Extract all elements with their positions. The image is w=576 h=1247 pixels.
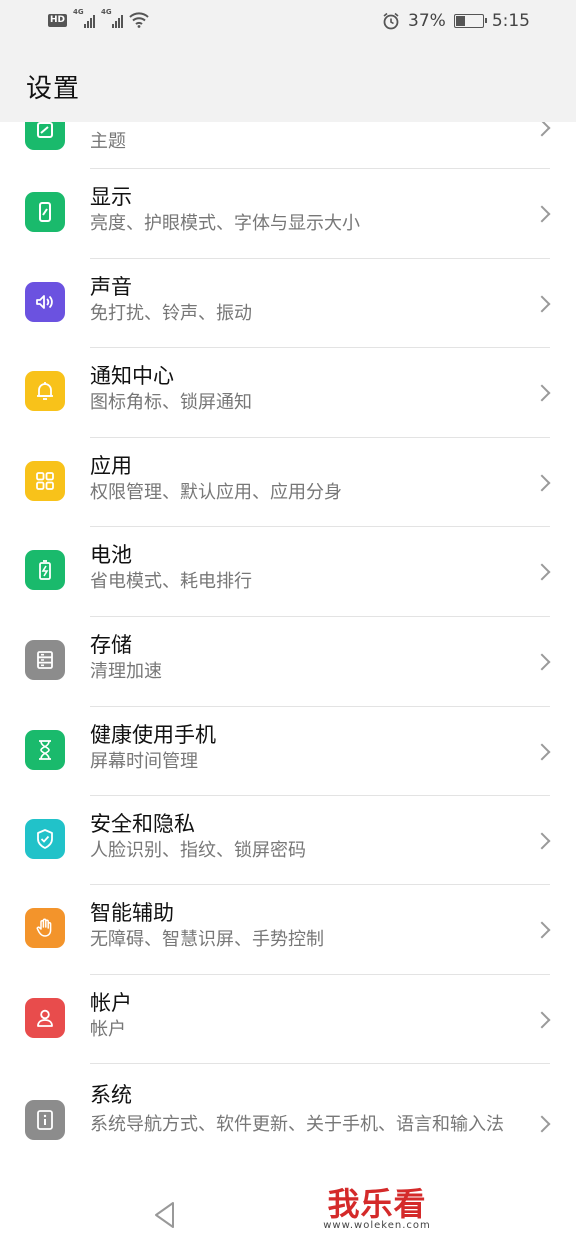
settings-item-label: 存储	[90, 633, 132, 657]
signal-tag: 4G	[73, 8, 84, 16]
chevron-right-icon	[533, 743, 551, 760]
settings-item-subtitle: 图标角标、锁屏通知	[90, 392, 252, 413]
back-button[interactable]	[148, 1198, 182, 1232]
settings-item-person[interactable]: 帐户 帐户	[0, 975, 576, 1064]
settings-item-theme[interactable]: 主题	[0, 122, 576, 169]
settings-item-storage[interactable]: 存储 清理加速	[0, 617, 576, 707]
settings-item-label: 帐户	[90, 991, 132, 1015]
settings-item-display[interactable]: 显示亮度、护眼模式、字体与显示大小	[0, 169, 576, 259]
chevron-right-icon	[533, 205, 551, 223]
clock: 5:15	[491, 11, 530, 31]
person-icon	[25, 998, 65, 1038]
chevron-right-icon	[533, 122, 551, 137]
settings-item-label: 安全和隐私	[90, 812, 195, 836]
settings-item-subtitle: 系统导航方式、软件更新、关于手机、语言和输入法	[90, 1114, 504, 1135]
watermark-url: www.woleken.com	[323, 1220, 431, 1231]
settings-item-shield[interactable]: 安全和隐私人脸识别、指纹、锁屏密码	[0, 796, 576, 885]
settings-item-sound[interactable]: 声音免打扰、铃声、振动	[0, 259, 576, 348]
signal-tag: 4G	[101, 8, 112, 16]
settings-item-subtitle: 权限管理、默认应用、应用分身	[90, 482, 342, 503]
cell-signal-icon: 4G	[101, 8, 124, 28]
chevron-right-icon	[533, 1115, 551, 1133]
settings-item-hourglass[interactable]: 健康使用手机 屏幕时间管理	[0, 707, 576, 796]
chevron-right-icon	[533, 563, 551, 581]
settings-item-subtitle: 清理加速	[90, 661, 162, 682]
settings-item-label: 应用	[90, 454, 132, 478]
chevron-right-icon	[533, 832, 551, 849]
chevron-right-icon	[533, 653, 551, 671]
hand-icon	[25, 908, 65, 948]
chevron-right-icon	[533, 384, 551, 402]
settings-item-subtitle: 省电模式、耗电排行	[90, 571, 252, 592]
wifi-icon	[129, 12, 149, 28]
settings-item-subtitle: 主题	[90, 131, 126, 152]
settings-item-label: 通知中心	[90, 364, 174, 388]
back-triangle-icon	[155, 1202, 174, 1228]
settings-item-subtitle: 帐户	[90, 1019, 126, 1040]
sound-icon	[25, 282, 65, 322]
settings-item-label: 系统	[90, 1083, 132, 1107]
settings-item-label: 健康使用手机	[90, 723, 216, 747]
chevron-right-icon	[533, 474, 551, 491]
battery-percent: 37%	[408, 11, 446, 31]
settings-item-info[interactable]: 系统系统导航方式、软件更新、关于手机、语言和输入法	[0, 1064, 576, 1184]
settings-item-label: 声音	[90, 275, 132, 299]
settings-list[interactable]: 主题显示亮度、护眼模式、字体与显示大小 声音免打扰、铃声、振动 通知中心图标角标、锁…	[0, 122, 576, 1184]
alarm-icon	[383, 12, 399, 30]
watermark: 我乐看 www.woleken.com	[312, 1184, 442, 1231]
battery-icon	[453, 14, 487, 28]
hd-badge: HD	[48, 13, 68, 27]
settings-item-subtitle: 无障碍、智慧识屏、手势控制	[90, 929, 324, 950]
chevron-right-icon	[533, 921, 551, 939]
page-title: 设置	[26, 74, 81, 104]
apps-grid-icon	[25, 461, 65, 501]
bell-icon	[25, 371, 65, 411]
watermark-logo: 我乐看	[327, 1185, 427, 1223]
status-bar: HD 4G 4G 37% 5:15	[0, 0, 576, 46]
info-icon	[25, 1100, 65, 1140]
settings-item-bell[interactable]: 通知中心图标角标、锁屏通知	[0, 348, 576, 438]
status-right: 37% 5:15	[382, 11, 530, 31]
settings-item-subtitle: 屏幕时间管理	[90, 751, 198, 772]
hourglass-icon	[25, 730, 65, 770]
settings-item-label: 智能辅助	[90, 901, 174, 925]
theme-icon	[25, 122, 65, 150]
status-left: HD 4G 4G	[48, 8, 149, 28]
shield-icon	[25, 819, 65, 859]
display-icon	[25, 192, 65, 232]
chevron-right-icon	[533, 1011, 551, 1028]
settings-item-hand[interactable]: 智能辅助无障碍、智慧识屏、手势控制	[0, 885, 576, 975]
settings-item-subtitle: 免打扰、铃声、振动	[90, 303, 252, 324]
storage-icon	[25, 640, 65, 680]
chevron-right-icon	[533, 295, 551, 312]
settings-item-battery[interactable]: 电池省电模式、耗电排行	[0, 527, 576, 617]
settings-item-label: 显示	[90, 185, 132, 209]
title-bar: 设置	[0, 46, 576, 122]
settings-item-apps-grid[interactable]: 应用权限管理、默认应用、应用分身	[0, 438, 576, 527]
cell-signal-icon: 4G	[73, 8, 96, 28]
battery-icon	[25, 550, 65, 590]
settings-item-subtitle: 亮度、护眼模式、字体与显示大小	[90, 213, 360, 234]
settings-item-label: 电池	[90, 543, 132, 567]
settings-item-subtitle: 人脸识别、指纹、锁屏密码	[90, 840, 306, 861]
navigation-bar: 我乐看 www.woleken.com	[0, 1184, 576, 1247]
